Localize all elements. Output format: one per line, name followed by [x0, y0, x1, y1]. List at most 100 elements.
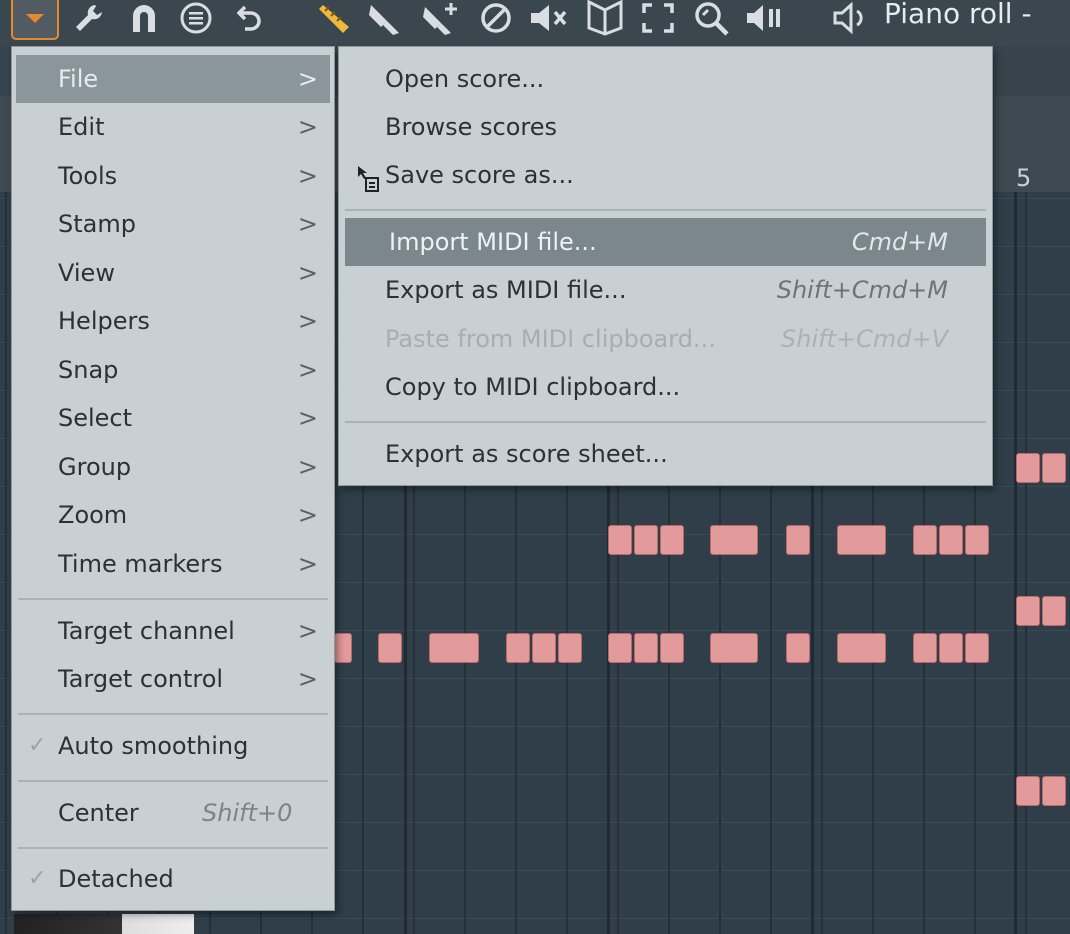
- menu-separator: [18, 847, 328, 849]
- menu-item-detached[interactable]: ✓ Detached: [16, 855, 330, 903]
- menu-item-shortcut: Cmd+M: [851, 228, 948, 256]
- menu-item-export-score-sheet[interactable]: Export as score sheet...: [345, 430, 986, 478]
- bottom-swatch: [14, 914, 194, 934]
- chevron-right-icon: >: [297, 453, 318, 481]
- menu-item-target-control[interactable]: Target control >: [16, 655, 330, 703]
- speaker-icon[interactable]: [828, 0, 874, 36]
- menu-item-browse-scores[interactable]: Browse scores: [345, 103, 986, 151]
- menu-item-open-score[interactable]: Open score...: [345, 55, 986, 103]
- menu-item-target-channel[interactable]: Target channel >: [16, 607, 330, 655]
- wrench-icon[interactable]: [70, 0, 110, 36]
- chevron-right-icon: >: [297, 210, 318, 238]
- menu-item-stamp[interactable]: Stamp >: [16, 200, 330, 248]
- menu-item-shortcut: Shift+Cmd+V: [781, 325, 948, 353]
- note[interactable]: [1042, 453, 1066, 483]
- menu-item-helpers[interactable]: Helpers >: [16, 297, 330, 345]
- menu-item-label: Open score...: [385, 65, 545, 93]
- main-menu: File > Edit > Tools > Stamp > View > Hel…: [12, 47, 334, 910]
- chevron-right-icon: >: [297, 65, 318, 93]
- save-icon: [357, 161, 379, 192]
- note[interactable]: [608, 525, 632, 555]
- note[interactable]: [939, 633, 963, 663]
- paint-brush-icon[interactable]: [364, 0, 408, 36]
- menu-item-label: Zoom: [58, 501, 128, 529]
- note[interactable]: [634, 525, 658, 555]
- menu-item-label: Tools: [58, 162, 118, 190]
- note[interactable]: [786, 633, 810, 663]
- bar-number: 5: [1016, 164, 1032, 192]
- note[interactable]: [965, 525, 989, 555]
- note[interactable]: [660, 633, 684, 663]
- menu-item-center[interactable]: Center Shift+0: [16, 789, 330, 837]
- slice-icon[interactable]: [582, 0, 628, 36]
- menu-item-view[interactable]: View >: [16, 249, 330, 297]
- chevron-right-icon: >: [297, 617, 318, 645]
- menu-item-snap[interactable]: Snap >: [16, 346, 330, 394]
- note[interactable]: [532, 633, 556, 663]
- menu-item-tools[interactable]: Tools >: [16, 152, 330, 200]
- note[interactable]: [1016, 596, 1040, 626]
- select-icon[interactable]: [636, 0, 680, 36]
- mute-icon[interactable]: [526, 0, 574, 36]
- pencil-icon[interactable]: [314, 0, 358, 36]
- menu-item-zoom[interactable]: Zoom >: [16, 491, 330, 539]
- menu-item-auto-smoothing[interactable]: ✓ Auto smoothing: [16, 722, 330, 770]
- menu-item-copy-midi-clipboard[interactable]: Copy to MIDI clipboard...: [345, 363, 986, 411]
- menu-item-import-midi[interactable]: Import MIDI file... Cmd+M: [345, 218, 986, 266]
- playback-icon[interactable]: [742, 0, 788, 36]
- note[interactable]: [506, 633, 530, 663]
- note[interactable]: [710, 525, 758, 555]
- menu-item-label: Group: [58, 453, 132, 481]
- menu-item-label: File: [58, 65, 99, 93]
- note[interactable]: [558, 633, 582, 663]
- menu-item-label: Copy to MIDI clipboard...: [385, 373, 681, 401]
- menu-item-file[interactable]: File >: [16, 55, 330, 103]
- note[interactable]: [1042, 776, 1066, 806]
- menu-item-edit[interactable]: Edit >: [16, 103, 330, 151]
- menu-item-label: Browse scores: [385, 113, 558, 141]
- menu-item-label: View: [58, 259, 115, 287]
- note[interactable]: [429, 633, 479, 663]
- chevron-right-icon: >: [297, 550, 318, 578]
- menu-item-label: Target control: [58, 665, 224, 693]
- check-icon: ✓: [28, 733, 47, 758]
- undo-icon[interactable]: [230, 0, 270, 36]
- note[interactable]: [1016, 776, 1040, 806]
- note[interactable]: [837, 633, 886, 663]
- note[interactable]: [608, 633, 632, 663]
- delete-icon[interactable]: [476, 0, 516, 36]
- zoom-icon[interactable]: [690, 0, 734, 36]
- menu-item-time-markers[interactable]: Time markers >: [16, 540, 330, 588]
- menu-item-select[interactable]: Select >: [16, 394, 330, 442]
- menu-item-label: Save score as...: [385, 161, 574, 189]
- note[interactable]: [786, 525, 810, 555]
- paint-add-icon[interactable]: [418, 0, 466, 36]
- note[interactable]: [1042, 596, 1066, 626]
- note[interactable]: [334, 633, 352, 663]
- menu-separator: [18, 598, 328, 600]
- note[interactable]: [378, 633, 402, 663]
- note[interactable]: [837, 525, 886, 555]
- menu-separator: [345, 209, 986, 211]
- note[interactable]: [634, 633, 658, 663]
- chevron-right-icon: >: [297, 356, 318, 384]
- note[interactable]: [939, 525, 963, 555]
- magnet-icon[interactable]: [124, 0, 164, 36]
- note[interactable]: [710, 633, 758, 663]
- note[interactable]: [913, 525, 937, 555]
- dropdown-arrow-icon[interactable]: [11, 0, 59, 40]
- note[interactable]: [1016, 453, 1040, 483]
- menu-item-group[interactable]: Group >: [16, 443, 330, 491]
- note[interactable]: [913, 633, 937, 663]
- menu-circle-icon[interactable]: [176, 0, 216, 36]
- menu-separator: [18, 713, 328, 715]
- chevron-right-icon: >: [297, 307, 318, 335]
- menu-item-export-midi[interactable]: Export as MIDI file... Shift+Cmd+M: [345, 266, 986, 314]
- menu-item-label: Helpers: [58, 307, 150, 335]
- menu-item-label: Edit: [58, 113, 105, 141]
- note[interactable]: [965, 633, 989, 663]
- menu-item-label: Export as score sheet...: [385, 440, 668, 468]
- menu-item-label: Select: [58, 404, 133, 432]
- note[interactable]: [660, 525, 684, 555]
- menu-item-save-score-as[interactable]: Save score as...: [345, 151, 986, 199]
